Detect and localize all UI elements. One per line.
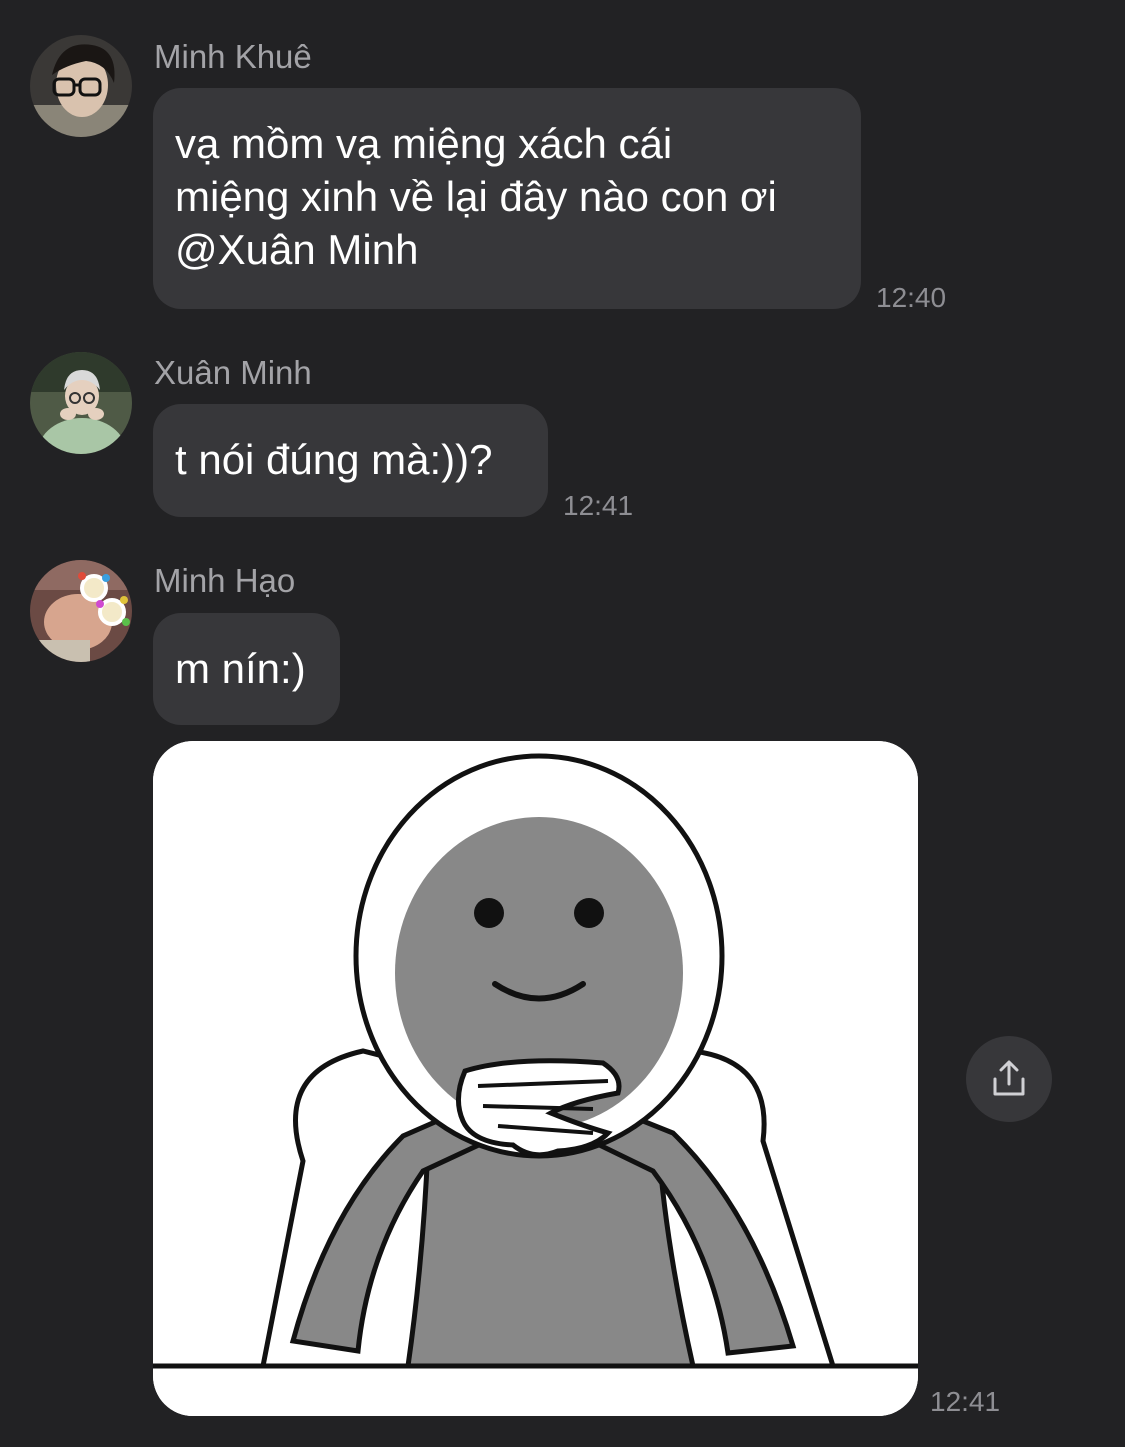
- sender-name: Minh Hạo: [154, 562, 296, 599]
- sticker-image[interactable]: [153, 741, 918, 1416]
- message-text-line: vạ mồm vạ miệng xách cái: [175, 120, 673, 167]
- avatar-image: [30, 560, 132, 662]
- message-time: 12:40: [876, 282, 947, 313]
- message-bubble[interactable]: t nói đúng mà:))?: [153, 404, 548, 517]
- mention-text[interactable]: @Xuân Minh: [175, 223, 839, 276]
- message-text-line: t nói đúng mà:))?: [175, 436, 493, 483]
- sender-name: Xuân Minh: [154, 354, 312, 391]
- avatar-image: [30, 35, 132, 137]
- message-text-line: m nín:): [175, 645, 306, 692]
- message-time: 12:41: [563, 490, 634, 521]
- avatar-xuan-minh[interactable]: [30, 352, 132, 454]
- avatar-minh-khue[interactable]: [30, 35, 132, 137]
- message-text-line: miệng xinh về lại đây nào con ơi: [175, 173, 777, 220]
- sender-name: Minh Khuê: [154, 38, 312, 75]
- message-bubble[interactable]: m nín:): [153, 613, 340, 725]
- avatar-image: [30, 352, 132, 454]
- share-button[interactable]: [966, 1036, 1052, 1122]
- avatar-minh-hao[interactable]: [30, 560, 132, 662]
- message-time: 12:41: [930, 1386, 1001, 1417]
- smiling-figure-sticker: [153, 741, 918, 1416]
- message-bubble[interactable]: vạ mồm vạ miệng xách cái miệng xinh về l…: [153, 88, 861, 309]
- share-icon: [993, 1060, 1025, 1096]
